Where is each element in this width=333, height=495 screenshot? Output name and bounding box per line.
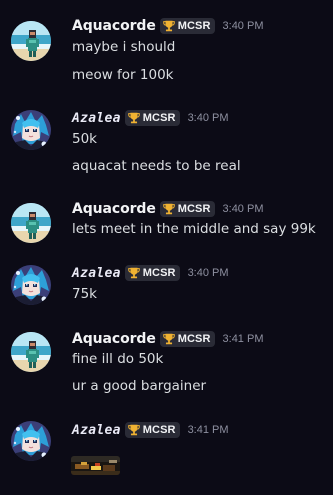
message-group: Aquacorde MCSR 3:40 PM lets meet in the … bbox=[0, 201, 333, 243]
username[interactable]: Azalea bbox=[72, 111, 121, 126]
server-tag[interactable]: MCSR bbox=[159, 331, 215, 347]
username[interactable]: Azalea bbox=[72, 423, 121, 438]
avatar[interactable] bbox=[11, 421, 51, 461]
message-header: Azalea MCSR 3:40 PM bbox=[72, 263, 229, 283]
server-tag[interactable]: MCSR bbox=[159, 18, 215, 34]
timestamp[interactable]: 3:40 PM bbox=[223, 20, 264, 32]
message-text: lets meet in the middle and say 99k bbox=[72, 221, 316, 237]
avatar[interactable] bbox=[11, 332, 51, 372]
timestamp[interactable]: 3:41 PM bbox=[188, 424, 229, 436]
timestamp[interactable]: 3:41 PM bbox=[223, 333, 264, 345]
avatar[interactable] bbox=[11, 265, 51, 305]
trophy-icon bbox=[162, 332, 176, 346]
attachment-thumbnail bbox=[71, 456, 120, 475]
message-header: Azalea MCSR 3:40 PM bbox=[72, 108, 229, 128]
message-group: Azalea MCSR 3:40 PM 75k bbox=[0, 265, 333, 305]
anime-character-avatar bbox=[11, 265, 51, 305]
tag-label: MCSR bbox=[142, 424, 176, 436]
trophy-icon bbox=[162, 202, 176, 216]
message-group: Aquacorde MCSR 3:41 PM fine ill do 50k u… bbox=[0, 329, 333, 402]
tag-label: MCSR bbox=[177, 20, 211, 32]
message-header: Azalea MCSR 3:41 PM bbox=[72, 420, 229, 440]
message-text: 75k bbox=[72, 286, 97, 302]
beach-avatar bbox=[11, 332, 51, 372]
server-tag[interactable]: MCSR bbox=[124, 110, 180, 126]
trophy-icon bbox=[162, 19, 176, 33]
anime-character-avatar bbox=[11, 110, 51, 150]
server-tag[interactable]: MCSR bbox=[159, 201, 215, 217]
username[interactable]: Aquacorde bbox=[72, 331, 156, 347]
trophy-icon bbox=[127, 266, 141, 280]
trophy-icon bbox=[127, 111, 141, 125]
message-text: fine ill do 50k bbox=[72, 351, 164, 367]
message-text: ur a good bargainer bbox=[72, 378, 207, 394]
trophy-icon bbox=[127, 423, 141, 437]
beach-avatar bbox=[11, 203, 51, 243]
timestamp[interactable]: 3:40 PM bbox=[188, 267, 229, 279]
tag-label: MCSR bbox=[142, 112, 176, 124]
message-header: Aquacorde MCSR 3:40 PM bbox=[72, 199, 263, 219]
image-attachment[interactable] bbox=[71, 456, 120, 475]
message-text: aquacat needs to be real bbox=[72, 158, 241, 174]
beach-avatar bbox=[11, 21, 51, 61]
timestamp[interactable]: 3:40 PM bbox=[188, 112, 229, 124]
server-tag[interactable]: MCSR bbox=[124, 265, 180, 281]
username[interactable]: Aquacorde bbox=[72, 18, 156, 34]
tag-label: MCSR bbox=[177, 333, 211, 345]
tag-label: MCSR bbox=[142, 267, 176, 279]
anime-character-avatar bbox=[11, 421, 51, 461]
message-header: Aquacorde MCSR 3:41 PM bbox=[72, 329, 263, 349]
server-tag[interactable]: MCSR bbox=[124, 422, 180, 438]
tag-label: MCSR bbox=[177, 203, 211, 215]
message-group: Aquacorde MCSR 3:40 PM maybe i should me… bbox=[0, 18, 333, 91]
avatar[interactable] bbox=[11, 203, 51, 243]
username[interactable]: Azalea bbox=[72, 266, 121, 281]
message-text: meow for 100k bbox=[72, 67, 174, 83]
message-group: Azalea MCSR 3:40 PM 50k aquacat needs to… bbox=[0, 110, 333, 180]
message-text: maybe i should bbox=[72, 39, 176, 55]
avatar[interactable] bbox=[11, 110, 51, 150]
chat-messages: Aquacorde MCSR 3:40 PM maybe i should me… bbox=[0, 0, 333, 495]
username[interactable]: Aquacorde bbox=[72, 201, 156, 217]
timestamp[interactable]: 3:40 PM bbox=[223, 203, 264, 215]
message-header: Aquacorde MCSR 3:40 PM bbox=[72, 16, 263, 36]
message-group: Azalea MCSR 3:41 PM bbox=[0, 421, 333, 481]
avatar[interactable] bbox=[11, 21, 51, 61]
message-text: 50k bbox=[72, 131, 97, 147]
